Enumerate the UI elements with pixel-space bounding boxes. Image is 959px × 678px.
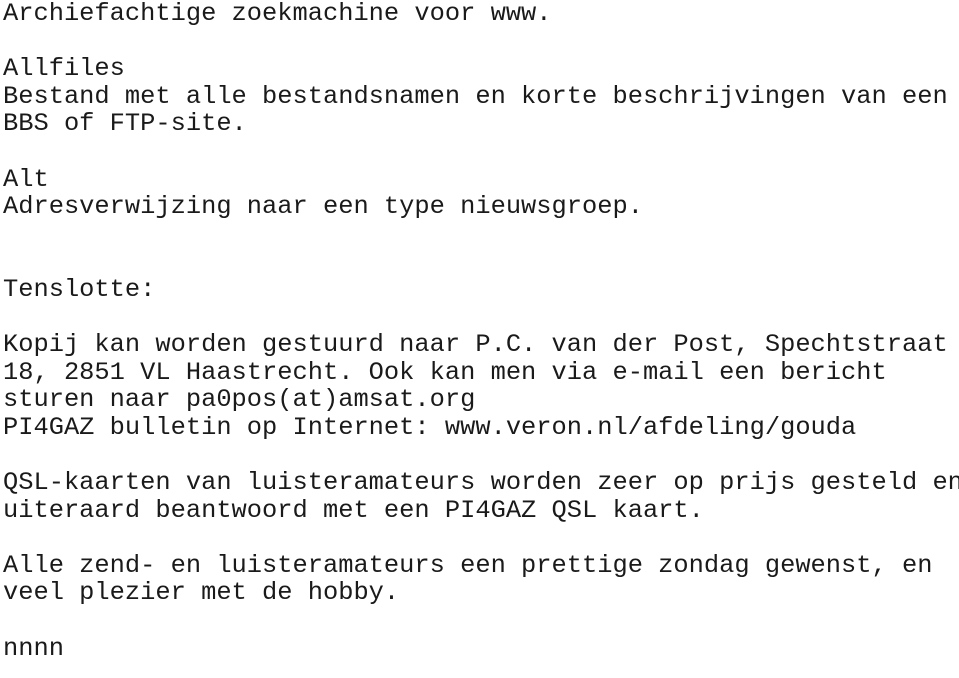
text-line: Alle zend- en luisteramateurs een pretti… [3,550,933,580]
text-line: Alt [3,164,49,194]
text-line: Kopij kan worden gestuurd naar P.C. van … [3,330,948,360]
text-line: QSL-kaarten van luisteramateurs worden z… [3,468,959,498]
text-line: veel plezier met de hobby. [3,578,400,608]
text-line: uiteraard beantwoord met een PI4GAZ QSL … [3,495,704,525]
document-page: Archiefachtige zoekmachine voor www. All… [0,0,959,678]
text-line: BBS of FTP-site. [3,109,247,139]
text-line: Bestand met alle bestandsnamen en korte … [3,81,948,111]
text-line: sturen naar pa0pos(at)amsat.org [3,385,476,415]
text-line: nnnn [3,633,64,663]
text-line: Allfiles [3,54,125,84]
text-line: Tenslotte: [3,274,156,304]
document-text-body: Archiefachtige zoekmachine voor www. All… [3,0,959,662]
text-line: PI4GAZ bulletin op Internet: www.veron.n… [3,412,857,442]
text-line: Adresverwijzing naar een type nieuwsgroe… [3,192,643,222]
text-line: Archiefachtige zoekmachine voor www. [3,0,552,28]
text-line: 18, 2851 VL Haastrecht. Ook kan men via … [3,357,887,387]
